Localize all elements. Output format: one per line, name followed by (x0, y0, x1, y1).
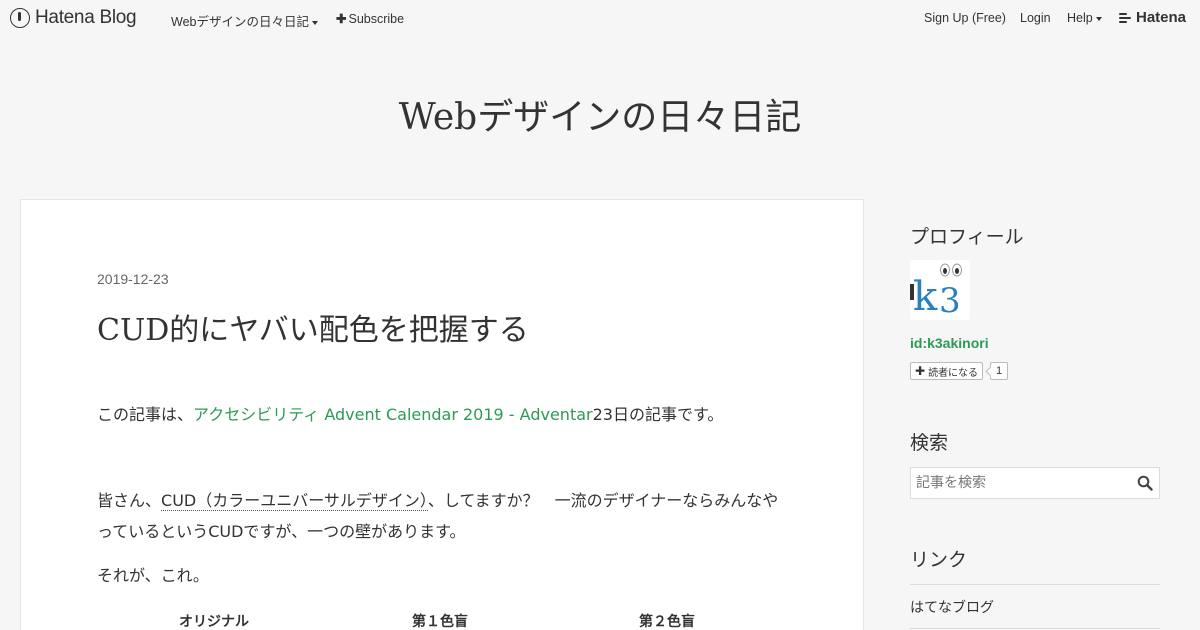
entry-date[interactable]: 2019-12-23 (97, 271, 169, 287)
divider (910, 584, 1160, 585)
intro-paragraph: この記事は、アクセシビリティ Advent Calendar 2019 - Ad… (97, 399, 787, 430)
subscribe-reader-button[interactable]: ✚ 読者になる (910, 362, 984, 380)
column-header-original: オリジナル (179, 614, 249, 630)
signup-link[interactable]: Sign Up (Free) (924, 11, 1006, 25)
body-text-before: 皆さん、 (97, 491, 162, 510)
help-label: Help (1067, 11, 1093, 25)
link-hatena-blog[interactable]: はてなブログ (910, 597, 994, 617)
subscribe-reader-label: 読者になる (928, 367, 979, 379)
plus-icon: ✚ (336, 12, 347, 26)
entry-title[interactable]: CUD的にヤバい配色を把握する (97, 305, 529, 349)
hatena-blog-icon (10, 8, 30, 28)
k3-avatar-icon: k 3 (910, 260, 970, 320)
avatar[interactable]: k 3 (910, 260, 970, 320)
search-box (910, 467, 1160, 499)
profile-id-link[interactable]: id:k3akinori (910, 335, 989, 351)
advent-calendar-link[interactable]: アクセシビリティ Advent Calendar 2019 - Adventar (193, 405, 593, 424)
subscribe-button[interactable]: ✚ Subscribe (336, 11, 404, 26)
svg-text:k: k (913, 274, 938, 320)
body-paragraph: 皆さん、CUD（カラーユニバーサルデザイン）、してますか？ 一流のデザイナーなら… (97, 485, 787, 547)
profile-heading: プロフィール (910, 226, 1024, 248)
divider (910, 628, 1160, 629)
intro-text-before: この記事は、 (97, 405, 194, 424)
blog-title[interactable]: Webデザインの日々日記 (0, 88, 1200, 140)
help-dropdown[interactable]: Help (1067, 11, 1102, 25)
blog-menu-dropdown[interactable]: Webデザインの日々日記 (171, 11, 318, 30)
caret-down-icon (311, 20, 318, 25)
plus-icon: ✚ (915, 364, 926, 378)
hatena-logo[interactable]: Hatena (1119, 9, 1186, 26)
hatena-mark-icon (1119, 12, 1133, 23)
search-icon[interactable] (1137, 475, 1153, 491)
caret-down-icon (1095, 16, 1102, 21)
top-navbar: Hatena Blog Webデザインの日々日記 ✚ Subscribe Sign… (0, 0, 1200, 36)
lead-paragraph: それが、これ。 (97, 566, 209, 585)
brand-text: Hatena Blog (35, 7, 137, 28)
cud-abbr: CUD（カラーユニバーサルデザイン） (161, 491, 428, 511)
blog-menu-label: Webデザインの日々日記 (171, 15, 309, 29)
search-heading: 検索 (910, 432, 949, 454)
links-heading: リンク (910, 549, 968, 571)
login-link[interactable]: Login (1020, 11, 1051, 25)
subscribe-label: Subscribe (348, 12, 405, 26)
article-card: 2019-12-23 CUD的にヤバい配色を把握する この記事は、アクセシビリテ… (20, 199, 864, 630)
column-header-protan: 第１色盲 (412, 614, 468, 630)
hatena-blog-logo[interactable]: Hatena Blog (10, 7, 137, 29)
hatena-text: Hatena (1136, 9, 1187, 26)
column-header-deutan: 第２色盲 (639, 614, 695, 630)
subscriber-count: 1 (990, 362, 1009, 380)
svg-text:3: 3 (939, 281, 961, 320)
search-input[interactable] (911, 468, 1131, 498)
intro-text-after: 23日の記事です。 (592, 405, 724, 424)
